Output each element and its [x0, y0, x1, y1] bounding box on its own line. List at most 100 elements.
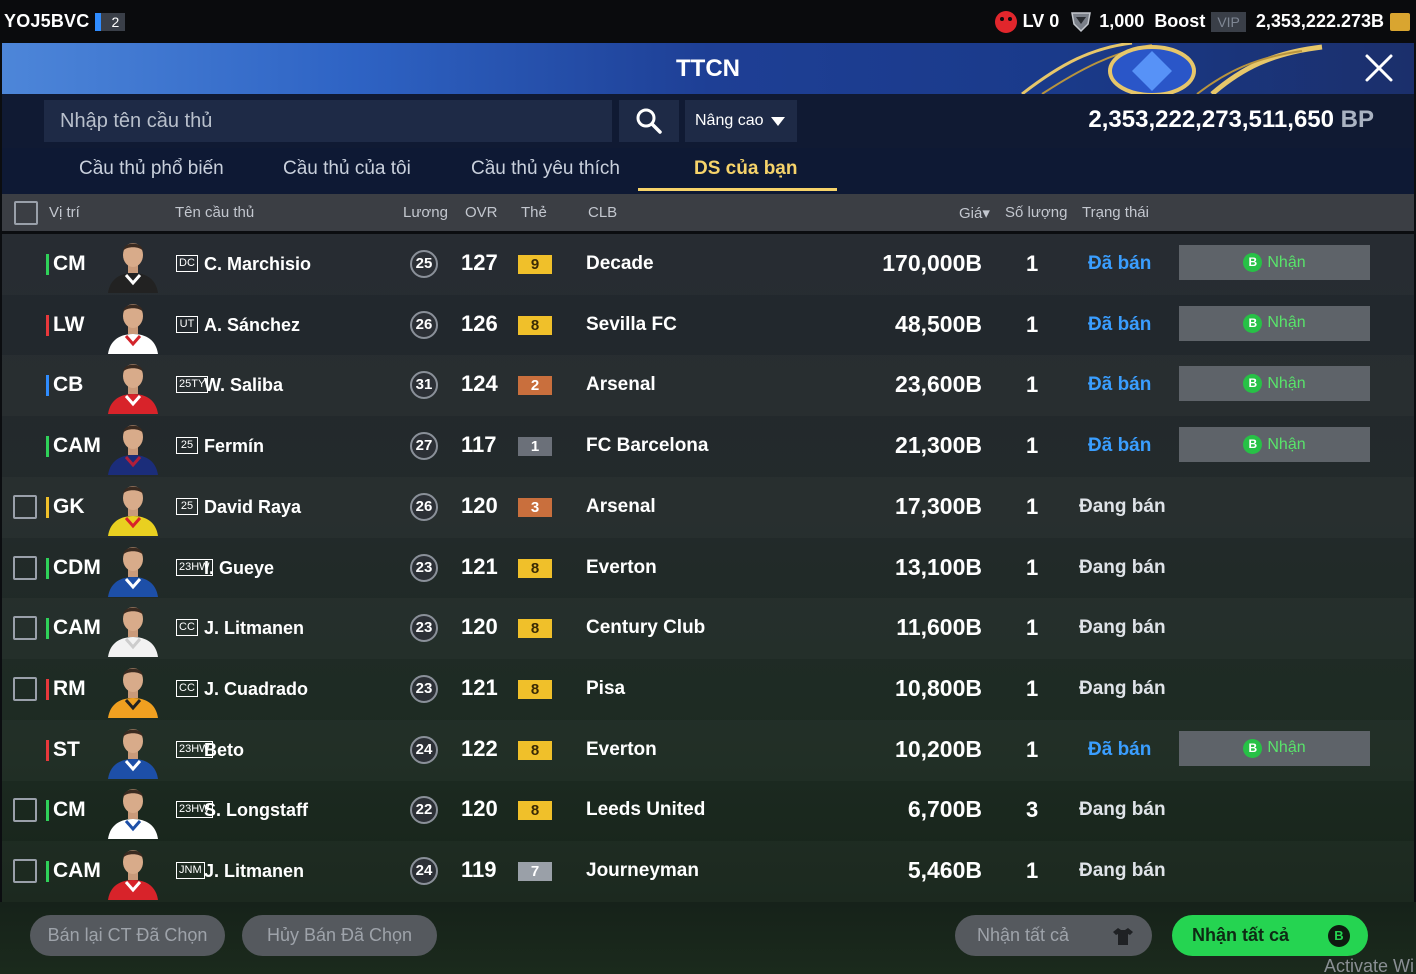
- player-name[interactable]: David Raya: [204, 497, 301, 518]
- ovr-value: 121: [461, 674, 498, 700]
- table-row[interactable]: CAM CC J. Litmanen 23 120 8 Century Club 11,600…: [2, 598, 1414, 659]
- coin-icon: B: [1243, 313, 1263, 333]
- ovr-value: 120: [461, 796, 498, 822]
- price-value: 10,800B: [895, 674, 982, 701]
- claim-button[interactable]: B Nhận: [1179, 730, 1370, 766]
- table-row[interactable]: CB 25TY W. Saliba 31 124 2 Arsenal 23,600B 1 Đã b…: [2, 355, 1414, 416]
- quantity-value: 1: [1026, 615, 1039, 641]
- table-row[interactable]: LW UT A. Sánchez 26 126 8 Sevilla FC 48,500B 1 Đã…: [2, 295, 1414, 356]
- position-label: CAM: [46, 616, 101, 640]
- player-name[interactable]: C. Marchisio: [204, 254, 311, 275]
- active-tab-indicator: [638, 188, 837, 191]
- table-row[interactable]: CM 23HW S. Longstaff 22 120 8 Leeds United 6,70…: [2, 780, 1414, 841]
- wage-badge: 27: [410, 432, 438, 461]
- col-price-sort[interactable]: Giá▾: [959, 204, 990, 222]
- search-bar: Nâng cao 2,353,222,273,511,650 BP: [2, 94, 1414, 148]
- claim-button[interactable]: B Nhận: [1179, 305, 1370, 341]
- row-checkbox[interactable]: [13, 616, 37, 641]
- col-ovr: OVR: [465, 204, 498, 221]
- tab-popular-players[interactable]: Cầu thủ phổ biến: [79, 158, 224, 180]
- wage-badge: 22: [410, 796, 438, 825]
- search-button[interactable]: [619, 100, 679, 142]
- coin-balance[interactable]: 2,353,222.273B: [1256, 11, 1410, 32]
- table-row[interactable]: CDM 23HW I. Gueye 23 121 8 Everton 13,100B 1 Đang…: [2, 538, 1414, 599]
- season-badge: CC: [176, 619, 198, 637]
- club-name: Leeds United: [586, 799, 706, 821]
- claim-all-button[interactable]: Nhận tất cả B: [1172, 915, 1368, 956]
- close-icon[interactable]: [1362, 51, 1396, 85]
- player-avatar: [108, 425, 158, 476]
- lv-indicator[interactable]: LV 0: [994, 10, 1059, 33]
- col-name: Tên cầu thủ: [175, 204, 255, 221]
- shirt-icon: [1113, 927, 1133, 945]
- table-row[interactable]: CAM JNM J. Litmanen 24 119 7 Journeyman 5,460B 1…: [2, 841, 1414, 902]
- tab-my-players[interactable]: Cầu thủ của tôi: [283, 158, 411, 180]
- lv-face-icon: [994, 10, 1017, 33]
- claim-button[interactable]: B Nhận: [1179, 427, 1370, 463]
- player-name[interactable]: Beto: [204, 740, 244, 761]
- select-all-checkbox[interactable]: [14, 201, 38, 225]
- price-value: 17,300B: [895, 492, 982, 519]
- tab-your-list[interactable]: DS của bạn: [694, 158, 797, 180]
- token-counter[interactable]: 1,000: [1069, 10, 1144, 34]
- table-row[interactable]: GK 25 David Raya 26 120 3 Arsenal 17,300B 1 Đang …: [2, 477, 1414, 538]
- position-label: CAM: [46, 859, 101, 883]
- club-name: FC Barcelona: [586, 435, 709, 457]
- player-avatar: [108, 789, 158, 840]
- cancel-selected-button[interactable]: Hủy Bán Đã Chọn: [242, 915, 437, 956]
- player-name[interactable]: J. Cuadrado: [204, 679, 308, 700]
- boost-indicator[interactable]: Boost VIP: [1154, 11, 1246, 32]
- player-avatar: [108, 243, 158, 293]
- col-position: Vị trí: [49, 204, 80, 221]
- player-name[interactable]: J. Litmanen: [204, 618, 304, 639]
- player-avatar: [108, 728, 158, 779]
- resell-selected-button[interactable]: Bán lại CT Đã Chọn: [30, 915, 225, 956]
- player-name[interactable]: J. Litmanen: [204, 861, 304, 882]
- table-row[interactable]: CM DC C. Marchisio 25 127 9 Decade 170,000B 1 Đã …: [2, 234, 1414, 295]
- player-avatar: [108, 667, 158, 718]
- status-label: Đã bán: [1088, 313, 1152, 335]
- claim-button[interactable]: B Nhận: [1179, 366, 1370, 402]
- season-badge: 25: [176, 437, 198, 455]
- status-label: Đang bán: [1079, 860, 1166, 881]
- player-avatar: [108, 546, 158, 597]
- status-label: Đang bán: [1079, 617, 1166, 639]
- player-name[interactable]: S. Longstaff: [204, 800, 308, 821]
- tab-favorite-players[interactable]: Cầu thủ yêu thích: [471, 158, 620, 180]
- price-value: 10,200B: [895, 735, 982, 762]
- row-checkbox[interactable]: [13, 859, 37, 883]
- row-checkbox[interactable]: [13, 676, 37, 701]
- player-name[interactable]: I. Gueye: [204, 558, 274, 579]
- row-checkbox[interactable]: [13, 494, 37, 519]
- quantity-value: 1: [1026, 675, 1039, 701]
- player-name[interactable]: Fermín: [204, 436, 264, 457]
- ovr-value: 126: [461, 310, 498, 336]
- coin-icon: B: [1328, 924, 1350, 947]
- row-checkbox[interactable]: [13, 555, 37, 580]
- price-value: 21,300B: [895, 432, 982, 459]
- coin-icon: B: [1243, 374, 1263, 394]
- table-row[interactable]: RM CC J. Cuadrado 23 121 8 Pisa 10,800B 1 Đang bá…: [2, 659, 1414, 720]
- search-icon: [636, 108, 662, 134]
- claim-all-disabled-button[interactable]: Nhận tất cả: [955, 915, 1152, 956]
- row-checkbox[interactable]: [13, 798, 37, 823]
- claim-label: Nhận: [1267, 739, 1306, 757]
- ovr-value: 117: [461, 432, 497, 458]
- col-wage: Lương: [403, 204, 448, 221]
- player-name[interactable]: A. Sánchez: [204, 315, 300, 336]
- player-name[interactable]: W. Saliba: [204, 375, 283, 396]
- price-value: 48,500B: [895, 310, 982, 337]
- club-name: Decade: [586, 253, 654, 274]
- status-label: Đang bán: [1079, 495, 1166, 517]
- table-row[interactable]: ST 23HW Beto 24 122 8 Everton 10,200B 1 Đã bán B Nh…: [2, 720, 1414, 781]
- page-title: TTCN: [676, 55, 740, 82]
- season-badge: UT: [176, 315, 198, 333]
- claim-button[interactable]: B Nhận: [1179, 245, 1370, 280]
- table-row[interactable]: CAM 25 Fermín 27 117 1 FC Barcelona 21,300B 1 Đã …: [2, 416, 1414, 477]
- player-search-input[interactable]: [44, 100, 612, 142]
- club-name: Pisa: [586, 677, 626, 699]
- wage-badge: 31: [410, 371, 438, 400]
- advanced-filter-dropdown[interactable]: Nâng cao: [685, 100, 797, 142]
- status-label: Đã bán: [1088, 738, 1152, 760]
- position-label: CDM: [46, 556, 101, 580]
